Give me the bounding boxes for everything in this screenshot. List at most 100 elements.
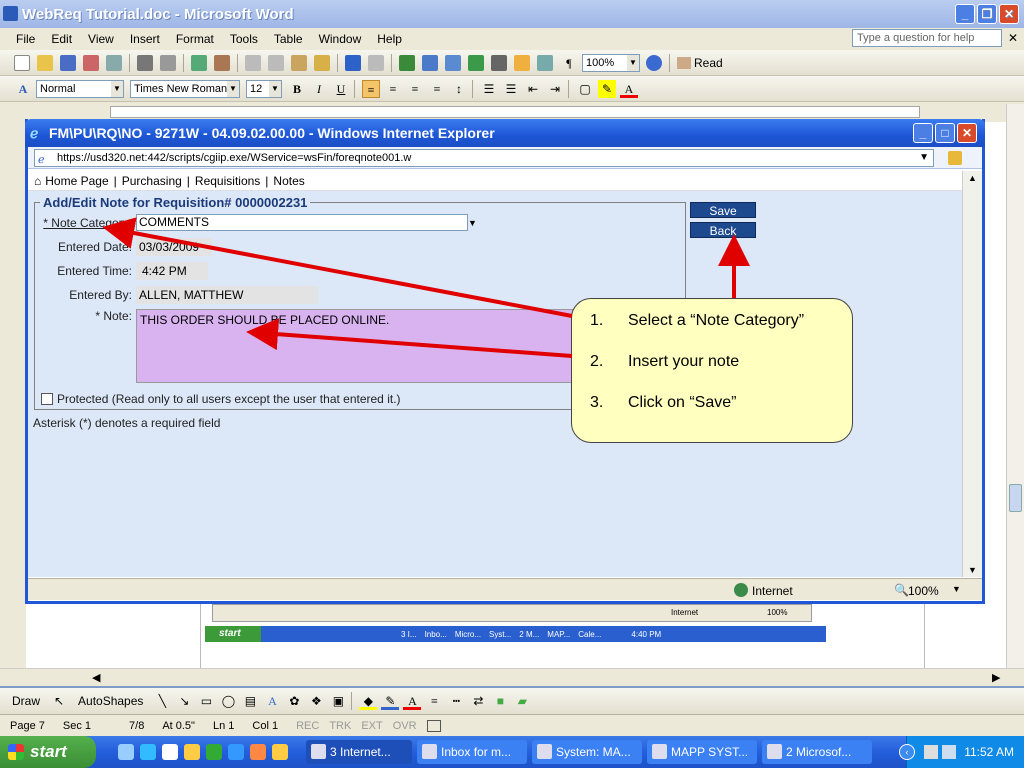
task-system[interactable]: System: MA... bbox=[532, 740, 642, 764]
excel-quick-icon[interactable] bbox=[206, 744, 222, 760]
email-icon[interactable] bbox=[106, 54, 122, 71]
word-close-button[interactable]: ✕ bbox=[999, 4, 1019, 24]
research-icon[interactable] bbox=[214, 54, 230, 71]
picture-icon[interactable]: ▣ bbox=[329, 692, 347, 710]
rectangle-icon[interactable]: ▭ bbox=[197, 692, 215, 710]
save-icon[interactable] bbox=[60, 54, 76, 71]
task-word[interactable]: 2 Microsof... bbox=[762, 740, 872, 764]
lock-icon[interactable] bbox=[948, 150, 962, 165]
protected-checkbox[interactable] bbox=[41, 393, 53, 405]
drawing-icon[interactable] bbox=[514, 54, 530, 71]
justify-icon[interactable]: ≡ bbox=[428, 80, 446, 98]
status-trk[interactable]: TRK bbox=[329, 720, 351, 732]
nav-purchasing[interactable]: Purchasing bbox=[122, 174, 182, 188]
zoom-select[interactable]: 100% ▼ bbox=[582, 53, 640, 72]
dash-style-icon[interactable]: ┅ bbox=[447, 692, 465, 710]
scroll-right-icon[interactable]: ▶ bbox=[992, 671, 1000, 684]
print-icon[interactable] bbox=[137, 54, 153, 71]
ie-maximize-button[interactable]: □ bbox=[935, 123, 955, 143]
undo-icon[interactable] bbox=[345, 54, 361, 71]
arrow-icon[interactable]: ↘ bbox=[175, 692, 193, 710]
border-icon[interactable]: ▢ bbox=[576, 80, 594, 98]
scroll-down-icon[interactable]: ▼ bbox=[968, 565, 977, 575]
bullets-icon[interactable]: ☰ bbox=[502, 80, 520, 98]
hyperlink-icon[interactable] bbox=[399, 54, 415, 71]
word-icon[interactable] bbox=[162, 744, 178, 760]
task-internet[interactable]: 3 Internet... bbox=[306, 740, 412, 764]
align-center-icon[interactable]: ≡ bbox=[384, 80, 402, 98]
word-vertical-scrollbar[interactable] bbox=[1006, 104, 1024, 668]
nav-home-page[interactable]: Home Page bbox=[45, 174, 108, 188]
word-horizontal-scrollbar[interactable]: ◀ ▶ bbox=[0, 668, 1024, 686]
word-restore-button[interactable]: ❐ bbox=[977, 4, 997, 24]
textbox-icon[interactable]: ▤ bbox=[241, 692, 259, 710]
numbering-icon[interactable]: ☰ bbox=[480, 80, 498, 98]
underline-icon[interactable]: U bbox=[332, 80, 350, 98]
line-color-icon[interactable]: ✎ bbox=[381, 692, 400, 710]
spelling-status-icon[interactable] bbox=[426, 719, 441, 732]
cut-icon[interactable] bbox=[245, 54, 261, 71]
status-ext[interactable]: EXT bbox=[361, 720, 382, 732]
columns-icon[interactable] bbox=[491, 54, 507, 71]
network-icon[interactable] bbox=[924, 745, 939, 759]
bold-icon[interactable]: B bbox=[288, 80, 306, 98]
insert-table-icon[interactable] bbox=[445, 54, 461, 71]
tray-expand-icon[interactable]: ‹ bbox=[899, 744, 915, 760]
decrease-indent-icon[interactable]: ⇤ bbox=[524, 80, 542, 98]
3d-icon[interactable]: ▰ bbox=[513, 692, 531, 710]
note-category-select[interactable]: COMMENTS bbox=[136, 214, 468, 231]
help-icon[interactable] bbox=[646, 54, 662, 71]
align-right-icon[interactable]: ≡ bbox=[406, 80, 424, 98]
menu-edit[interactable]: Edit bbox=[51, 32, 72, 46]
app-icon[interactable] bbox=[250, 744, 266, 760]
menu-tools[interactable]: Tools bbox=[230, 32, 258, 46]
paste-icon[interactable] bbox=[291, 54, 307, 71]
menu-format[interactable]: Format bbox=[176, 32, 214, 46]
font-size-select[interactable]: 12 ▼ bbox=[246, 79, 282, 98]
spelling-icon[interactable] bbox=[191, 54, 207, 71]
nav-requisitions[interactable]: Requisitions bbox=[195, 174, 260, 188]
menu-close-icon[interactable]: ✕ bbox=[1008, 31, 1018, 45]
chevron-down-icon[interactable]: ▼ bbox=[468, 218, 477, 228]
fill-color-icon[interactable]: ◆ bbox=[359, 692, 378, 710]
open-icon[interactable] bbox=[37, 54, 53, 71]
document-map-icon[interactable] bbox=[537, 54, 553, 71]
italic-icon[interactable]: I bbox=[310, 80, 328, 98]
align-left-icon[interactable]: ≡ bbox=[362, 79, 380, 98]
style-select[interactable]: Normal ▼ bbox=[36, 79, 124, 98]
nav-notes[interactable]: Notes bbox=[273, 174, 304, 188]
draw-menu-button[interactable]: Draw bbox=[12, 694, 40, 708]
back-button[interactable]: Back bbox=[690, 222, 756, 238]
show-hide-icon[interactable]: ¶ bbox=[560, 54, 578, 72]
ie-close-button[interactable]: ✕ bbox=[957, 123, 977, 143]
outlook-icon[interactable] bbox=[184, 744, 200, 760]
start-button[interactable]: start bbox=[0, 736, 96, 768]
ie-zoom[interactable]: 100% bbox=[908, 584, 939, 598]
format-painter-icon[interactable] bbox=[314, 54, 330, 71]
volume-icon[interactable] bbox=[942, 745, 957, 759]
status-ovr[interactable]: OVR bbox=[393, 720, 417, 732]
line-icon[interactable]: ╲ bbox=[153, 692, 171, 710]
wordart-icon[interactable]: A bbox=[263, 692, 281, 710]
permission-icon[interactable] bbox=[83, 54, 99, 71]
task-inbox[interactable]: Inbox for m... bbox=[417, 740, 527, 764]
word-minimize-button[interactable]: _ bbox=[955, 4, 975, 24]
menu-view[interactable]: View bbox=[88, 32, 114, 46]
highlight-icon[interactable]: ✎ bbox=[598, 79, 616, 98]
redo-icon[interactable] bbox=[368, 54, 384, 71]
copy-icon[interactable] bbox=[268, 54, 284, 71]
diagram-icon[interactable]: ✿ bbox=[285, 692, 303, 710]
select-objects-icon[interactable]: ↖ bbox=[50, 692, 68, 710]
line-spacing-icon[interactable]: ↕ bbox=[450, 80, 468, 98]
ruler-strip[interactable] bbox=[110, 106, 920, 118]
task-mapp[interactable]: MAPP SYST... bbox=[647, 740, 757, 764]
messenger-icon[interactable] bbox=[228, 744, 244, 760]
status-rec[interactable]: REC bbox=[296, 720, 319, 732]
help-search-input[interactable]: Type a question for help bbox=[852, 29, 1002, 47]
menu-insert[interactable]: Insert bbox=[130, 32, 160, 46]
chevron-down-icon[interactable]: ▼ bbox=[919, 150, 929, 166]
read-button[interactable]: Read bbox=[677, 56, 723, 70]
save-button[interactable]: Save bbox=[690, 202, 756, 218]
menu-file[interactable]: File bbox=[16, 32, 35, 46]
menu-help[interactable]: Help bbox=[377, 32, 402, 46]
